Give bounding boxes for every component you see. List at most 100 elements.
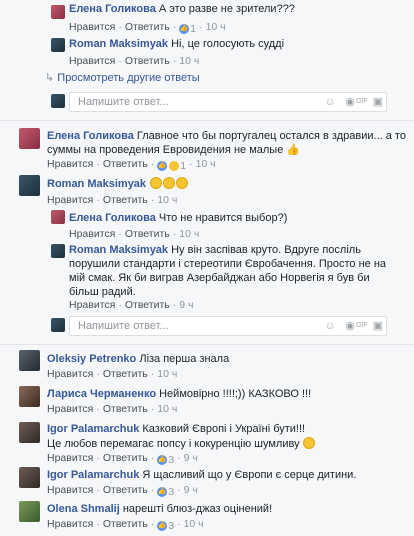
comment-text: Ну він заспівав круто. Вдруге посліль — [171, 244, 361, 256]
comment-line: Лариса Черманенко Неймовірно !!!!;)) КАЗ… — [47, 388, 311, 401]
avatar — [51, 318, 65, 332]
author-link[interactable]: Roman Maksimyak — [69, 38, 168, 50]
sticker-icon[interactable]: ▣ — [372, 320, 384, 332]
comment-line: Igor Palamarchuk Я щасливий що у Європи … — [47, 469, 356, 482]
avatar[interactable] — [19, 467, 40, 488]
like-link[interactable]: Нравится — [47, 484, 93, 496]
like-icon: 👍 — [157, 521, 168, 531]
reply-link[interactable]: Ответить — [125, 228, 170, 240]
reply-link[interactable]: Ответить — [103, 194, 148, 206]
avatar[interactable] — [19, 350, 40, 371]
timestamp[interactable]: 9 ч — [184, 452, 198, 464]
comment-text: Ліза перша знала — [139, 353, 230, 365]
like-icon: 👍 — [157, 487, 168, 497]
avatar[interactable] — [19, 128, 40, 149]
timestamp[interactable]: 10 ч — [157, 403, 177, 415]
comment-actions: Нравится · Ответить · 10 ч — [69, 55, 200, 67]
gif-icon[interactable]: GIF — [356, 320, 368, 332]
timestamp[interactable]: 9 ч — [184, 484, 198, 496]
like-link[interactable]: Нравится — [47, 452, 93, 464]
comment-actions: Нравится · Ответить · 👍 3 · 9 ч — [47, 452, 198, 467]
like-link[interactable]: Нравится — [69, 21, 115, 33]
like-link[interactable]: Нравится — [69, 55, 115, 67]
avatar[interactable] — [19, 501, 40, 522]
like-icon: 👍 — [157, 161, 168, 171]
more-replies-link[interactable]: ↳ Просмотреть другие ответы — [45, 72, 200, 85]
reply-link[interactable]: Ответить — [125, 21, 170, 33]
gif-icon[interactable]: GIF — [356, 96, 368, 108]
comment-text: Главное что бы португалец остался в здра… — [136, 130, 406, 142]
camera-icon[interactable]: ◉ — [344, 320, 356, 332]
comment-line: Olena Shmalij нарешті блюз-джаз оцінений… — [47, 503, 272, 516]
emoji-icon[interactable]: ☺ — [324, 96, 336, 108]
reply-input[interactable]: Напишите ответ... ☺ ◉ GIF ▣ — [69, 316, 387, 336]
reply-link[interactable]: Ответить — [103, 368, 148, 380]
like-link[interactable]: Нравится — [47, 403, 93, 415]
author-link[interactable]: Igor Palamarchuk — [47, 469, 139, 481]
sticker-icon[interactable]: ▣ — [372, 96, 384, 108]
timestamp[interactable]: 10 ч — [184, 518, 204, 530]
avatar[interactable] — [19, 386, 40, 407]
timestamp[interactable]: 10 ч — [179, 55, 199, 67]
avatar[interactable] — [51, 244, 65, 258]
reaction-badge[interactable]: 👍 1 — [157, 160, 186, 173]
reaction-badge[interactable]: 👍 3 — [157, 520, 174, 533]
timestamp[interactable]: 10 ч — [157, 368, 177, 380]
author-link[interactable]: Елена Голикова — [69, 3, 156, 15]
avatar[interactable] — [19, 175, 40, 196]
comment-actions: Нравится · Ответить · 👍 3 · 10 ч — [47, 518, 204, 533]
comment-text: Неймовірно !!!!;)) КАЗКОВО !!! — [159, 388, 312, 400]
author-link[interactable]: Лариса Черманенко — [47, 388, 156, 400]
like-link[interactable]: Нравится — [47, 368, 93, 380]
comment-line: суммы на проведения Евровидения не малые… — [47, 144, 300, 157]
reply-link[interactable]: Ответить — [103, 158, 148, 170]
reply-link[interactable]: Ответить — [125, 55, 170, 67]
comment-text: суммы на проведения Евровидения не малые — [47, 144, 284, 156]
timestamp[interactable]: 10 ч — [196, 158, 216, 170]
smile-emoji-icon — [302, 437, 315, 449]
reply-input[interactable]: Напишите ответ... ☺ ◉ GIF ▣ — [69, 92, 387, 112]
timestamp[interactable]: 10 ч — [157, 194, 177, 206]
timestamp[interactable]: 10 ч — [206, 21, 226, 33]
reply-link[interactable]: Ответить — [103, 403, 148, 415]
comment-text: більш радий. — [69, 286, 136, 298]
avatar[interactable] — [51, 5, 65, 19]
avatar — [51, 94, 65, 108]
avatar[interactable] — [19, 422, 40, 443]
reaction-badge[interactable]: 👍 3 — [157, 486, 174, 499]
reaction-badge[interactable]: 👍 1 — [179, 23, 196, 36]
reply-link[interactable]: Ответить — [103, 484, 148, 496]
like-link[interactable]: Нравится — [69, 299, 115, 311]
timestamp[interactable]: 10 ч — [179, 228, 199, 240]
author-link[interactable]: Roman Maksimyak — [69, 244, 168, 256]
comment-text: Ні, це голосують судді — [171, 38, 285, 50]
comment-actions: Нравится · Ответить · 9 ч — [69, 299, 194, 311]
like-link[interactable]: Нравится — [47, 194, 93, 206]
emoji-icon[interactable]: ☺ — [324, 320, 336, 332]
reply-link[interactable]: Ответить — [103, 452, 148, 464]
comment-text: порушили стандарти і стереотипи Євробаче… — [69, 258, 387, 270]
comment-text: Что не нравится выбор?) — [158, 212, 288, 224]
like-link[interactable]: Нравится — [47, 158, 93, 170]
reply-link[interactable]: Ответить — [103, 518, 148, 530]
comment-line: Oleksiy Petrenko Ліза перша знала — [47, 353, 229, 366]
reaction-badge[interactable]: 👍 3 — [157, 454, 174, 467]
comment-text: Це любов перемагає попсу і кокуренцію шу… — [47, 438, 300, 450]
wow-icon — [169, 161, 180, 171]
comment-line: Roman Maksimyak — [47, 177, 189, 191]
like-link[interactable]: Нравится — [69, 228, 115, 240]
comment-line: Roman Maksimyak Ну він заспівав круто. В… — [69, 244, 361, 257]
timestamp[interactable]: 9 ч — [179, 299, 193, 311]
reply-link[interactable]: Ответить — [125, 299, 170, 311]
avatar[interactable] — [51, 210, 65, 224]
camera-icon[interactable]: ◉ — [344, 96, 356, 108]
author-link[interactable]: Igor Palamarchuk — [47, 423, 139, 435]
author-link[interactable]: Елена Голикова — [47, 130, 134, 142]
author-link[interactable]: Roman Maksimyak — [47, 178, 146, 190]
author-link[interactable]: Olena Shmalij — [47, 503, 120, 515]
like-link[interactable]: Нравится — [47, 518, 93, 530]
author-link[interactable]: Oleksiy Petrenko — [47, 353, 136, 365]
comment-line: Roman Maksimyak Ні, це голосують судді — [69, 38, 284, 51]
author-link[interactable]: Елена Голикова — [69, 212, 156, 224]
avatar[interactable] — [51, 38, 65, 52]
